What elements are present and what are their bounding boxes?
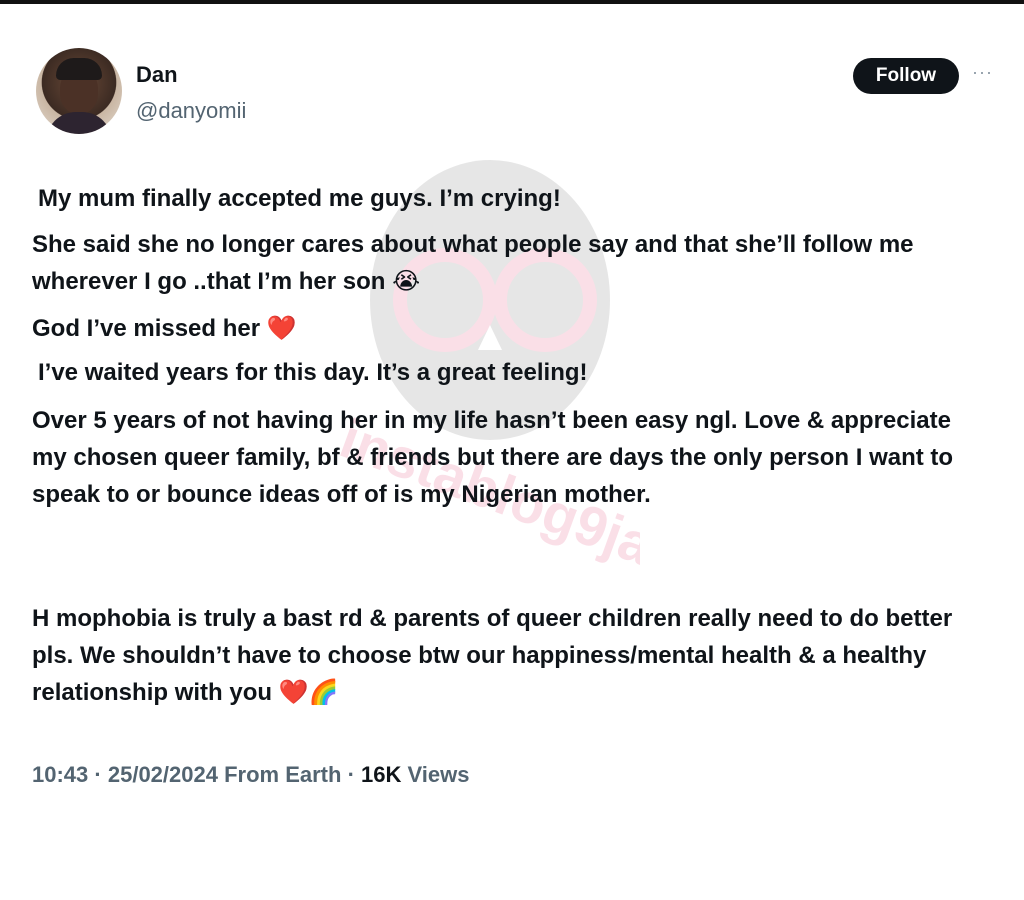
post-line-6: H mophobia is truly a bast rd & parents …: [32, 605, 953, 706]
top-border: [0, 0, 1024, 4]
post-header: Dan @danyomii Follow ···: [36, 48, 996, 138]
meta-separator: ·: [94, 762, 108, 787]
author-handle[interactable]: @danyomii: [136, 98, 246, 124]
avatar[interactable]: [36, 48, 122, 134]
post-source: From Earth: [224, 762, 342, 787]
post-line-3: God I’ve missed her ❤️: [32, 315, 297, 342]
post-date[interactable]: 25/02/2024: [108, 762, 218, 787]
post-line-5: Over 5 years of not having her in my lif…: [32, 407, 954, 508]
follow-button[interactable]: Follow: [853, 58, 959, 94]
post-line-2: She said she no longer cares about what …: [32, 231, 914, 295]
views-count[interactable]: 16K: [361, 762, 401, 787]
post-meta: 10:43 · 25/02/2024 From Earth · 16K View…: [32, 762, 470, 788]
avatar-shirt: [46, 112, 112, 134]
more-options-icon[interactable]: ···: [972, 62, 993, 83]
avatar-cap: [56, 58, 102, 80]
author-name[interactable]: Dan: [136, 62, 178, 88]
post-time[interactable]: 10:43: [32, 762, 88, 787]
post-line-4: I’ve waited years for this day. It’s a g…: [38, 359, 588, 386]
post-line-1: My mum finally accepted me guys. I’m cry…: [38, 185, 561, 212]
views-label: Views: [407, 762, 470, 787]
meta-separator: ·: [347, 762, 362, 787]
